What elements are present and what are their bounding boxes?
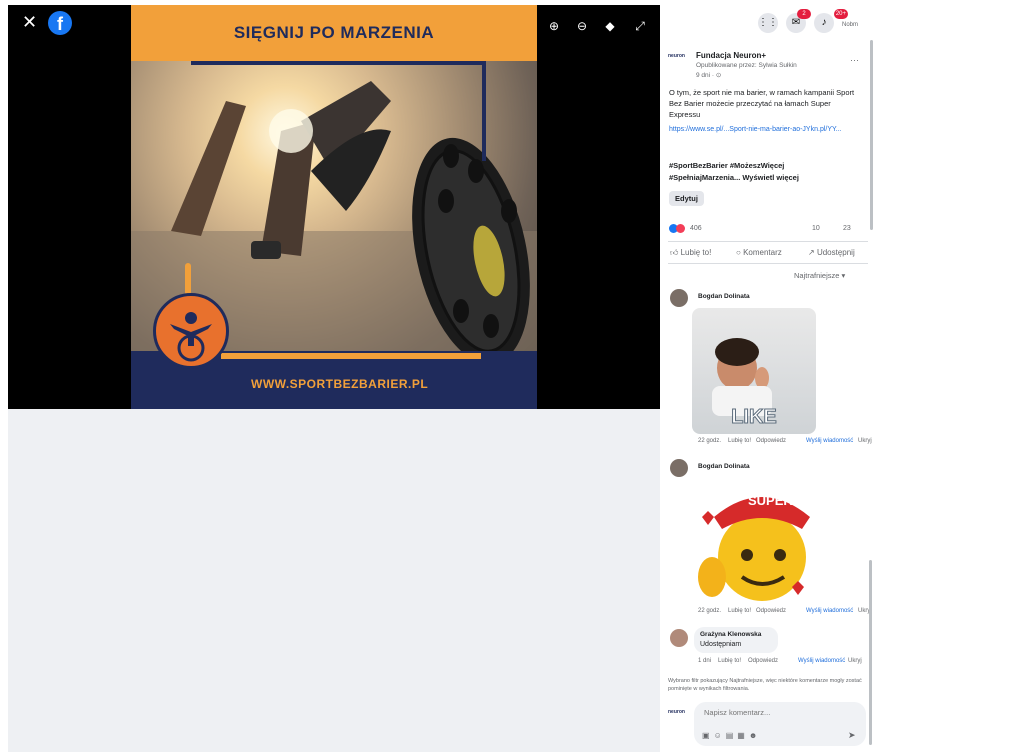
poster-frame-right <box>482 61 486 161</box>
post-more-icon[interactable]: ··· <box>850 55 859 65</box>
page-avatar[interactable]: neuron <box>668 53 690 69</box>
post-hashtags-line-1[interactable]: #SportBezBarier #MożeszWięcej <box>669 161 784 170</box>
share-button-label: Udostępnij <box>816 248 855 257</box>
zoom-out-icon[interactable]: ⊖ <box>574 19 590 33</box>
comment-message-link[interactable]: Wyślij wiadomość <box>798 658 845 664</box>
comment-time[interactable]: 1 dni <box>698 658 711 664</box>
sticker-icon[interactable]: ▦ <box>737 731 749 740</box>
share-button[interactable]: ↗ Udostępnij <box>808 248 855 257</box>
comment-composer[interactable]: ▣☺▤▦☻ ➤ <box>694 702 866 746</box>
poster-title: SIĘGNIJ PO MARZENIA <box>233 23 435 42</box>
love-reaction-icon <box>676 224 685 233</box>
comment-bubble: Grażyna Klenowska Udostępniam <box>694 627 778 653</box>
comment-sort-dropdown[interactable]: Najtrafniejsze ▾ <box>794 271 845 280</box>
divider <box>668 241 868 242</box>
comment-author[interactable]: Bogdan Dolinata <box>698 463 750 470</box>
wheelchair-athlete-logo-icon <box>153 293 229 369</box>
send-icon[interactable]: ➤ <box>848 730 856 741</box>
composer-tools: ▣☺▤▦☻ <box>702 731 761 740</box>
smile-icon[interactable]: ☻ <box>749 731 761 740</box>
facebook-logo-icon[interactable]: f <box>48 11 72 35</box>
screen: ✕ f ⊕ ⊖ ◆ ⤢ SIĘGNIJ PO MARZENIA WWW.SPOR… <box>0 0 1025 752</box>
gif-icon[interactable]: ▤ <box>726 731 738 740</box>
reaction-count[interactable]: 406 <box>690 225 702 232</box>
poster-url: WWW.SPORTBEZBARIER.PL <box>251 377 429 391</box>
tag-icon[interactable]: ◆ <box>602 19 618 33</box>
messenger-glyph: ✉ <box>791 17 801 28</box>
poster-banner: SIĘGNIJ PO MARZENIA <box>131 5 537 61</box>
gif-caption: LIKE <box>731 406 778 429</box>
like-button[interactable]: 👍︎ Lubię to! <box>670 248 711 258</box>
zoom-in-icon[interactable]: ⊕ <box>546 19 562 33</box>
comment-hide-link[interactable]: Ukryj <box>858 438 872 444</box>
filter-note: Wybrano filtr pokazujący Najtrafniejsze,… <box>668 678 862 692</box>
viewer-empty-area <box>8 409 660 752</box>
edit-button[interactable]: Edytuj <box>669 191 704 206</box>
comment-like-link[interactable]: Lubię to! <box>728 438 751 444</box>
comment-reply-link[interactable]: Odpowiedz <box>756 608 786 614</box>
composer-avatar-mark: neuron <box>668 709 685 715</box>
notifications-bell-icon[interactable]: ♪ 20+ <box>814 9 848 33</box>
poster-frame-top <box>191 61 486 65</box>
campaign-poster-image: SIĘGNIJ PO MARZENIA WWW.SPORTBEZBARIER.P… <box>131 5 537 409</box>
comment-message-link[interactable]: Wyślij wiadomość <box>806 608 853 614</box>
commenter-avatar[interactable] <box>670 289 688 307</box>
comment-button[interactable]: ○ Komentarz <box>736 248 782 257</box>
page-avatar-mark: neuron <box>668 53 685 59</box>
post-published-by: Opublikowane przez: Sylwia Sułkin <box>696 62 797 69</box>
comment-reply-link[interactable]: Odpowiedz <box>748 658 778 664</box>
camera-icon[interactable]: ▣ <box>702 731 714 740</box>
super-gif[interactable]: SUPER <box>692 477 820 605</box>
close-icon[interactable]: ✕ <box>22 13 37 31</box>
comment-message-link[interactable]: Wyślij wiadomość <box>806 438 853 444</box>
photo-viewer: ✕ f ⊕ ⊖ ◆ ⤢ SIĘGNIJ PO MARZENIA WWW.SPOR… <box>8 5 660 409</box>
post-body: O tym, że sport nie ma barier, w ramach … <box>669 88 855 119</box>
like-button-label: Lubię to! <box>680 248 712 257</box>
comment-like-link[interactable]: Lubię to! <box>718 658 741 664</box>
post-panel: ⋮⋮ ✉ 2 ♪ 20+ Nobm neuron Fundacja Neuron… <box>660 5 875 752</box>
comment-input[interactable] <box>702 707 856 718</box>
post-hashtags-line-2[interactable]: #SpełniajMarzenia... Wyświetl więcej <box>669 173 799 182</box>
share-icon: ↗ <box>808 248 815 257</box>
bell-glyph: ♪ <box>821 17 827 28</box>
fullscreen-icon[interactable]: ⤢ <box>632 19 648 34</box>
comment-count[interactable]: 10 <box>812 225 820 232</box>
messenger-badge: 2 <box>797 9 811 19</box>
notifications-badge: 20+ <box>833 9 848 19</box>
profile-name[interactable]: Nobm <box>842 22 858 28</box>
messenger-icon[interactable]: ✉ 2 <box>786 9 811 33</box>
comment-time[interactable]: 22 godz. <box>698 608 721 614</box>
commenter-avatar[interactable] <box>670 629 688 647</box>
post-link[interactable]: https://www.se.pl/...Sport-nie-ma-barier… <box>669 125 859 135</box>
divider <box>668 263 868 264</box>
comment-text: Udostępniam <box>700 641 742 648</box>
panel-scrollbar-thumb[interactable] <box>870 40 873 230</box>
comment-author[interactable]: Grażyna Klenowska <box>700 631 761 638</box>
comment-author[interactable]: Bogdan Dolinata <box>698 293 750 300</box>
comment-button-label: Komentarz <box>743 248 782 257</box>
like-gif[interactable]: LIKE <box>692 308 816 434</box>
torch-icon <box>185 263 191 295</box>
comment-hide-link[interactable]: Ukryj <box>848 658 862 664</box>
comment-icon: ○ <box>736 248 741 257</box>
commenter-avatar[interactable] <box>670 459 688 477</box>
post-time[interactable]: 9 dni · ⊙ <box>696 71 721 79</box>
comment-reply-link[interactable]: Odpowiedz <box>756 438 786 444</box>
panel-scrollbar-thumb-lower[interactable] <box>869 560 872 745</box>
emoji-icon[interactable]: ☺ <box>714 731 726 740</box>
gif-caption: SUPER <box>748 493 793 508</box>
menu-grid-icon[interactable]: ⋮⋮ <box>758 13 778 33</box>
share-count[interactable]: 23 <box>843 225 851 232</box>
thumbs-up-icon: 👍︎ <box>670 248 679 257</box>
post-author[interactable]: Fundacja Neuron+ <box>696 51 766 60</box>
comment-like-link[interactable]: Lubię to! <box>728 608 751 614</box>
composer-avatar: neuron <box>668 709 688 723</box>
poster-orange-bar <box>221 353 481 359</box>
comment-time[interactable]: 22 godz. <box>698 438 721 444</box>
